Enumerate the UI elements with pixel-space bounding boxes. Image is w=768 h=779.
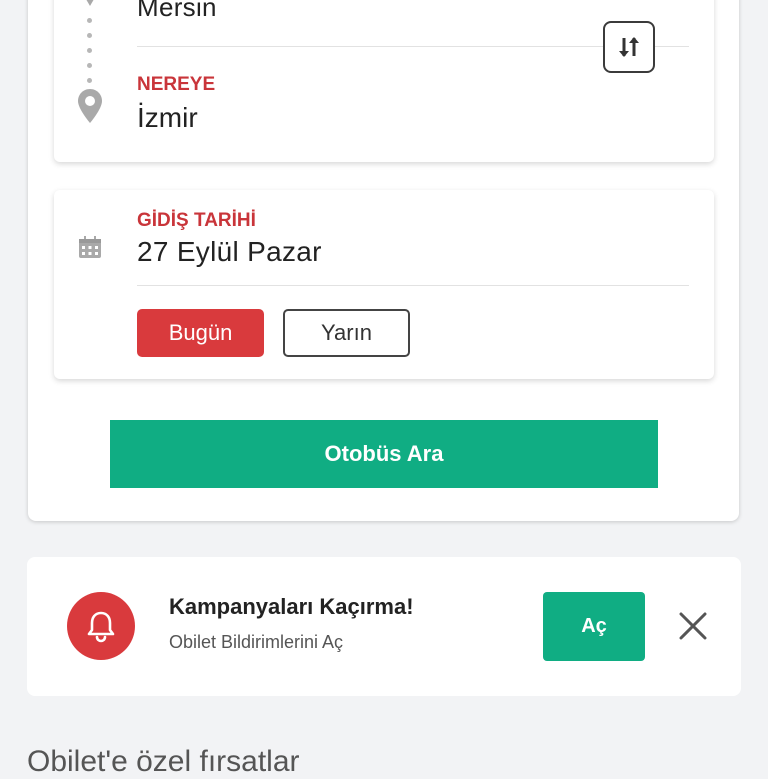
swap-route-button[interactable] [603,21,655,73]
notification-title: Kampanyaları Kaçırma! [169,594,414,619]
date-value[interactable]: 27 Eylül Pazar [137,236,322,268]
bell-badge [67,592,135,660]
date-label: GİDİŞ TARİHİ [137,210,256,231]
from-city-value[interactable]: Mersin [137,0,217,23]
origin-marker-icon [86,0,94,6]
close-icon [679,612,707,640]
date-divider [137,285,689,286]
tomorrow-button[interactable]: Yarın [283,309,410,357]
notification-subtitle: Obilet Bildirimlerini Aç [169,632,344,652]
search-bus-button[interactable]: Otobüs Ara [110,420,658,488]
today-button[interactable]: Bugün [137,309,264,357]
enable-notifications-button[interactable]: Aç [543,592,645,661]
to-label: NEREYE [137,74,216,95]
route-connector-dots [86,14,92,90]
location-pin-icon [78,89,102,123]
bell-icon [87,611,115,643]
swap-vertical-icon [619,37,639,57]
calendar-icon [79,236,101,258]
section-title: Obilet'e özel fırsatlar [27,745,300,778]
close-notification-button[interactable] [672,605,714,647]
to-city-value[interactable]: İzmir [137,102,198,134]
